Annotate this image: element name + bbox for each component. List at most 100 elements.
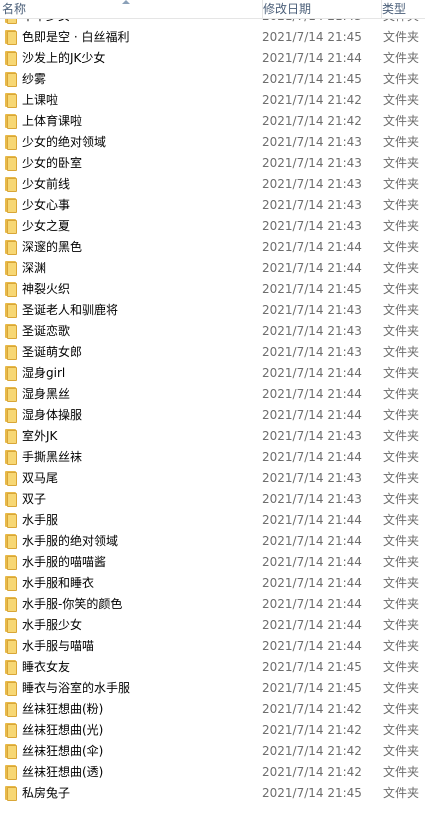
folder-icon (4, 324, 17, 339)
list-item[interactable]: 色即是空 · 白丝福利 2021/7/14 21:45 文件夹 (0, 27, 425, 48)
column-header-date-label: 修改日期 (263, 2, 312, 16)
file-type: 文件夹 (383, 597, 420, 611)
list-item[interactable]: 湿身体操服 2021/7/14 21:44 文件夹 (0, 405, 425, 426)
file-modified-date: 2021/7/14 21:44 (262, 240, 362, 254)
file-name: 水手服的喵喵酱 (22, 555, 107, 569)
folder-icon (4, 135, 17, 150)
file-modified-date: 2021/7/14 21:42 (262, 723, 362, 737)
folder-icon (4, 597, 17, 612)
file-type: 文件夹 (383, 30, 420, 44)
list-item[interactable]: 水手服与喵喵 2021/7/14 21:44 文件夹 (0, 636, 425, 657)
list-item[interactable]: 纱雾 2021/7/14 21:45 文件夹 (0, 69, 425, 90)
folder-icon (4, 198, 17, 213)
list-item[interactable]: 私房兔子 2021/7/14 21:45 文件夹 (0, 783, 425, 804)
file-type: 文件夹 (383, 534, 420, 548)
file-name: 室外JK (22, 429, 58, 443)
list-item[interactable]: 深渊 2021/7/14 21:44 文件夹 (0, 258, 425, 279)
list-item[interactable]: 水手服的喵喵酱 2021/7/14 21:44 文件夹 (0, 552, 425, 573)
list-item[interactable]: 圣诞恋歌 2021/7/14 21:43 文件夹 (0, 321, 425, 342)
folder-icon (4, 555, 17, 570)
list-item[interactable]: 睡衣女友 2021/7/14 21:45 文件夹 (0, 657, 425, 678)
file-type: 文件夹 (383, 786, 420, 800)
list-item[interactable]: 睡衣与浴室的水手服 2021/7/14 21:45 文件夹 (0, 678, 425, 699)
file-modified-date: 2021/7/14 21:43 (262, 219, 362, 233)
file-name: 丝袜狂想曲(透) (22, 765, 104, 779)
file-modified-date: 2021/7/14 21:45 (262, 30, 362, 44)
file-name: 睡衣女友 (22, 660, 71, 674)
file-modified-date: 2021/7/14 21:44 (262, 534, 362, 548)
file-modified-date: 2021/7/14 21:43 (262, 135, 362, 149)
file-type: 文件夹 (383, 282, 420, 296)
file-name: 圣诞萌女郎 (22, 345, 83, 359)
file-modified-date: 2021/7/14 21:45 (262, 786, 362, 800)
list-item[interactable]: 双马尾 2021/7/14 21:43 文件夹 (0, 468, 425, 489)
folder-icon (4, 660, 17, 675)
list-item[interactable]: 少女之夏 2021/7/14 21:43 文件夹 (0, 216, 425, 237)
list-item[interactable]: 丝袜狂想曲(光) 2021/7/14 21:42 文件夹 (0, 720, 425, 741)
column-header-bar: 名称 修改日期 类型 (0, 0, 425, 19)
column-header-name[interactable]: 名称 (2, 0, 252, 18)
file-name: 色即是空 · 白丝福利 (22, 30, 130, 44)
list-item[interactable]: 丝袜狂想曲(伞) 2021/7/14 21:42 文件夹 (0, 741, 425, 762)
list-item[interactable]: 深邃的黑色 2021/7/14 21:44 文件夹 (0, 237, 425, 258)
column-header-type-label: 类型 (382, 2, 407, 16)
file-type: 文件夹 (383, 324, 420, 338)
list-item[interactable]: 室外JK 2021/7/14 21:43 文件夹 (0, 426, 425, 447)
column-header-type[interactable]: 类型 (381, 0, 425, 18)
list-item[interactable]: 少女的绝对领域 2021/7/14 21:43 文件夹 (0, 132, 425, 153)
list-item[interactable]: 沙发上的JK少女 2021/7/14 21:44 文件夹 (0, 48, 425, 69)
list-item[interactable]: 上体育课啦 2021/7/14 21:42 文件夹 (0, 111, 425, 132)
file-modified-date: 2021/7/14 21:43 (262, 492, 362, 506)
file-name: 纱雾 (22, 72, 47, 86)
list-item[interactable]: 上课啦 2021/7/14 21:42 文件夹 (0, 90, 425, 111)
file-name: 深邃的黑色 (22, 240, 83, 254)
file-modified-date: 2021/7/14 21:44 (262, 51, 362, 65)
list-item[interactable]: 水手服少女 2021/7/14 21:44 文件夹 (0, 615, 425, 636)
file-type: 文件夹 (383, 114, 420, 128)
list-item[interactable]: 圣诞老人和驯鹿将 2021/7/14 21:43 文件夹 (0, 300, 425, 321)
list-item[interactable]: 神裂火织 2021/7/14 21:45 文件夹 (0, 279, 425, 300)
file-modified-date: 2021/7/14 21:44 (262, 618, 362, 632)
folder-icon (4, 744, 17, 759)
file-name: 水手服 (22, 513, 59, 527)
file-type: 文件夹 (383, 303, 420, 317)
file-name: 少女之夏 (22, 219, 71, 233)
file-modified-date: 2021/7/14 21:44 (262, 639, 362, 653)
list-item[interactable]: 湿身girl 2021/7/14 21:44 文件夹 (0, 363, 425, 384)
list-item[interactable]: 少女前线 2021/7/14 21:43 文件夹 (0, 174, 425, 195)
list-item[interactable]: 水手服-你笑的颜色 2021/7/14 21:44 文件夹 (0, 594, 425, 615)
file-modified-date: 2021/7/14 21:45 (262, 282, 362, 296)
list-item[interactable]: 丝袜狂想曲(粉) 2021/7/14 21:42 文件夹 (0, 699, 425, 720)
file-name: 水手服与喵喵 (22, 639, 95, 653)
file-name: 神裂火织 (22, 282, 71, 296)
file-list: 华中少女2021/7/14 21:43文件夹色即是空 · 白丝福利2021/7/… (0, 6, 425, 804)
folder-icon (4, 429, 17, 444)
list-item[interactable]: 水手服和睡衣 2021/7/14 21:44 文件夹 (0, 573, 425, 594)
file-name: 圣诞老人和驯鹿将 (22, 303, 119, 317)
list-item[interactable]: 圣诞萌女郎 2021/7/14 21:43 文件夹 (0, 342, 425, 363)
list-item[interactable]: 水手服 2021/7/14 21:44 文件夹 (0, 510, 425, 531)
list-item[interactable]: 双子 2021/7/14 21:43 文件夹 (0, 489, 425, 510)
file-modified-date: 2021/7/14 21:44 (262, 408, 362, 422)
list-item[interactable]: 手撕黑丝袜 2021/7/14 21:44 文件夹 (0, 447, 425, 468)
file-name: 少女的卧室 (22, 156, 83, 170)
file-modified-date: 2021/7/14 21:42 (262, 765, 362, 779)
file-type: 文件夹 (383, 198, 420, 212)
list-item[interactable]: 水手服的绝对领域 2021/7/14 21:44 文件夹 (0, 531, 425, 552)
column-header-date[interactable]: 修改日期 (262, 0, 373, 18)
file-modified-date: 2021/7/14 21:45 (262, 72, 362, 86)
list-item[interactable]: 少女的卧室 2021/7/14 21:43 文件夹 (0, 153, 425, 174)
list-item[interactable]: 丝袜狂想曲(透) 2021/7/14 21:42 文件夹 (0, 762, 425, 783)
file-type: 文件夹 (383, 576, 420, 590)
file-type: 文件夹 (383, 702, 420, 716)
list-item[interactable]: 少女心事 2021/7/14 21:43 文件夹 (0, 195, 425, 216)
file-name: 上课啦 (22, 93, 59, 107)
list-item[interactable]: 湿身黑丝 2021/7/14 21:44 文件夹 (0, 384, 425, 405)
folder-icon (4, 303, 17, 318)
file-modified-date: 2021/7/14 21:44 (262, 261, 362, 275)
file-modified-date: 2021/7/14 21:43 (262, 429, 362, 443)
folder-icon (4, 534, 17, 549)
file-name: 湿身体操服 (22, 408, 83, 422)
folder-icon (4, 261, 17, 276)
folder-icon (4, 471, 17, 486)
